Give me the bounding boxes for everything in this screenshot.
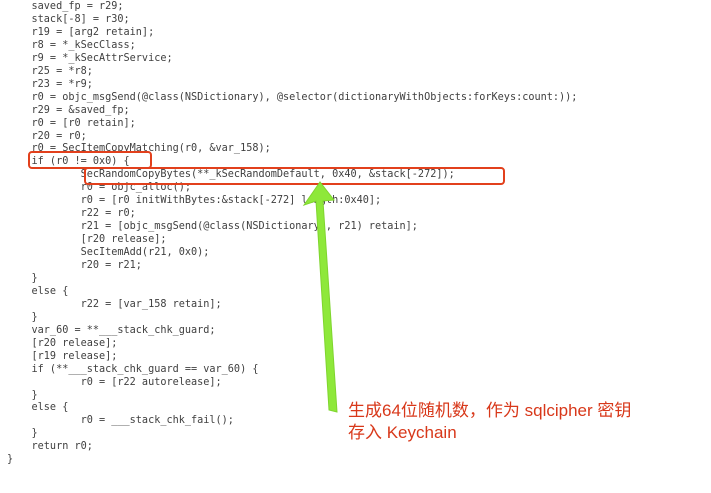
annotation-line-2: 存入 Keychain <box>348 423 457 442</box>
code-view: saved_fp = r29; stack[-8] = r30; r19 = [… <box>0 0 711 493</box>
annotation-text: 生成64位随机数，作为 sqlcipher 密钥 存入 Keychain <box>348 400 631 444</box>
annotation-line-1: 生成64位随机数，作为 sqlcipher 密钥 <box>348 401 632 420</box>
